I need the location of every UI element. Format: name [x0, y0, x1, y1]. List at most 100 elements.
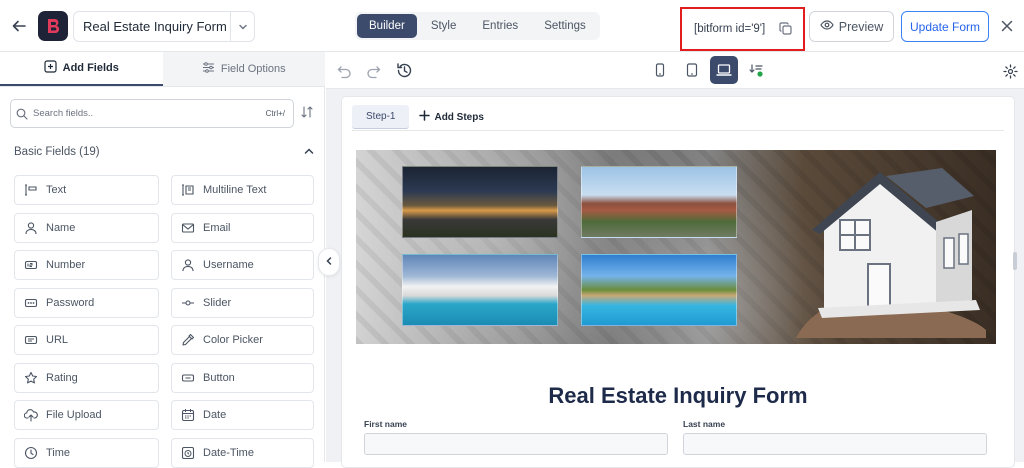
plus-square-icon	[44, 60, 57, 76]
house-model-in-hand-illustration	[796, 168, 986, 338]
redo-icon[interactable]	[364, 62, 382, 80]
tab-builder[interactable]: Builder	[357, 14, 417, 38]
field-name[interactable]: Name	[14, 212, 159, 243]
update-form-button[interactable]: Update Form	[901, 11, 989, 42]
shortcut-hint: Ctrl+/	[265, 109, 285, 118]
field-email[interactable]: Email	[171, 212, 314, 243]
field-label: Time	[46, 446, 71, 459]
field-date[interactable]: Date	[171, 400, 314, 430]
main-tabs: Builder Style Entries Settings	[355, 12, 600, 40]
field-username[interactable]: Username	[171, 250, 314, 280]
banner-image[interactable]	[356, 150, 996, 344]
user-icon	[180, 258, 195, 273]
last-name-input[interactable]	[683, 433, 987, 455]
tab-settings[interactable]: Settings	[532, 14, 598, 38]
slider-icon	[180, 295, 195, 310]
search-icon	[11, 108, 33, 120]
button-icon	[180, 370, 195, 385]
gear-icon[interactable]	[1001, 62, 1019, 80]
field-label: Color Picker	[203, 334, 263, 346]
field-slider[interactable]: Slider	[171, 287, 314, 318]
field-rating[interactable]: Rating	[14, 362, 159, 393]
calendar-icon	[180, 408, 195, 423]
field-text[interactable]: Text	[14, 175, 159, 205]
field-label: Text	[46, 184, 67, 196]
search-input[interactable]	[33, 108, 266, 119]
field-date-time[interactable]: Date-Time	[171, 437, 314, 468]
field-url[interactable]: URL	[14, 325, 159, 355]
form-title: Real Estate Inquiry Form	[83, 19, 227, 34]
back-arrow-icon[interactable]	[8, 15, 30, 37]
field-label: Username	[203, 259, 254, 271]
undo-icon[interactable]	[335, 62, 353, 80]
user-icon	[23, 220, 38, 235]
close-icon[interactable]	[998, 17, 1016, 35]
field-label: Button	[203, 371, 235, 384]
preview-button[interactable]: Preview	[809, 11, 894, 42]
tab-field-options-label: Field Options	[220, 63, 286, 75]
color-picker-icon	[180, 333, 195, 348]
field-color-picker[interactable]: Color Picker	[171, 325, 314, 355]
form-title-selector[interactable]: Real Estate Inquiry Form	[73, 11, 255, 42]
step-bar: Step-1 Add Steps	[352, 105, 484, 129]
chevron-left-icon	[324, 253, 334, 271]
modern-house-night-photo	[402, 166, 558, 238]
field-label: Multiline Text	[203, 184, 267, 196]
mail-icon	[180, 220, 195, 235]
plus-icon	[419, 110, 431, 124]
last-name-label: Last name	[683, 419, 726, 429]
section-title: Basic Fields (19)	[14, 146, 100, 158]
tab-style[interactable]: Style	[419, 14, 469, 38]
sliders-icon	[202, 61, 215, 77]
tab-add-fields-label: Add Fields	[62, 62, 119, 74]
field-label: File Upload	[46, 409, 102, 421]
upload-icon	[23, 408, 38, 423]
tab-add-fields[interactable]: Add Fields	[0, 52, 163, 86]
shortcode-text: [bitform id='9']	[694, 23, 766, 35]
tablet-view-icon[interactable]	[678, 56, 706, 84]
form-heading: Real Estate Inquiry Form	[548, 383, 808, 408]
field-button[interactable]: Button	[171, 362, 314, 393]
url-icon	[23, 333, 38, 348]
sort-icon[interactable]	[300, 105, 316, 121]
field-label: Name	[46, 221, 76, 234]
bitform-logo	[38, 11, 68, 41]
desktop-view-icon[interactable]	[710, 56, 738, 84]
first-name-label: First name	[364, 419, 407, 429]
shortcode-box: [bitform id='9']	[680, 7, 805, 51]
resort-pool-photo	[581, 254, 737, 326]
add-steps-button[interactable]: Add Steps	[415, 110, 484, 124]
tab-entries[interactable]: Entries	[470, 14, 530, 38]
field-label: Rating	[46, 371, 78, 384]
field-file-upload[interactable]: File Upload	[14, 400, 159, 430]
field-password[interactable]: Password	[14, 287, 159, 318]
step-tab[interactable]: Step-1	[352, 105, 410, 129]
field-number[interactable]: Number	[14, 250, 159, 280]
first-name-input[interactable]	[364, 433, 668, 455]
canvas-toolbar	[326, 52, 1024, 89]
tab-field-options[interactable]: Field Options	[162, 52, 325, 86]
top-bar: Real Estate Inquiry Form Builder Style E…	[0, 0, 1024, 52]
star-icon	[23, 370, 38, 385]
date-time-icon	[180, 445, 195, 460]
canvas-scrollbar[interactable]	[1013, 252, 1017, 270]
copy-icon[interactable]	[777, 20, 793, 36]
field-multiline-text[interactable]: Multiline Text	[171, 175, 314, 205]
collapse-panel-button[interactable]	[318, 248, 340, 276]
custom-breakpoint-icon[interactable]	[742, 56, 770, 84]
field-grid: Text Multiline Text Name Email Number Us…	[14, 175, 314, 468]
chevron-up-icon[interactable]	[303, 145, 317, 159]
field-time[interactable]: Time	[14, 437, 159, 468]
field-label: Slider	[203, 296, 232, 309]
chevron-down-icon[interactable]	[230, 12, 254, 41]
field-label: Date-Time	[203, 446, 254, 459]
field-label: Date	[203, 409, 227, 421]
field-label: Password	[46, 296, 95, 309]
fields-panel: Add Fields Field Options Ctrl+/ Basic Fi…	[0, 52, 325, 468]
multiline-text-icon	[180, 183, 195, 198]
basic-fields-header[interactable]: Basic Fields (19)	[14, 145, 317, 159]
brick-mansion-photo	[581, 166, 737, 238]
mobile-view-icon[interactable]	[646, 56, 674, 84]
text-cursor-icon	[23, 183, 38, 198]
history-icon[interactable]	[395, 61, 413, 79]
